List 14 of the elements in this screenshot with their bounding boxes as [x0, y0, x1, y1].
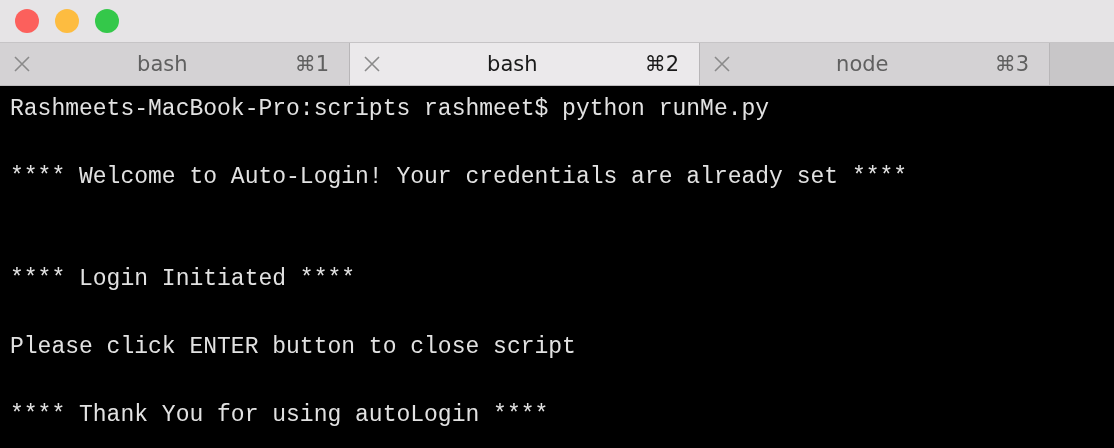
tab[interactable]: node ⌘3: [700, 43, 1050, 85]
close-icon[interactable]: [14, 56, 30, 72]
terminal-line: **** Thank You for using autoLogin ****: [10, 401, 549, 430]
tab[interactable]: bash ⌘2: [350, 43, 700, 85]
terminal-line: Please click ENTER button to close script: [10, 333, 576, 362]
close-icon[interactable]: [714, 56, 730, 72]
terminal-line: **** Welcome to Auto-Login! Your credentials are already set ****: [10, 163, 908, 192]
zoom-button[interactable]: [95, 9, 119, 33]
terminal-line: **** Login Initiated ****: [10, 265, 356, 294]
close-button[interactable]: [15, 9, 39, 33]
tab[interactable]: bash ⌘1: [0, 43, 350, 85]
close-icon[interactable]: [364, 56, 380, 72]
minimize-button[interactable]: [55, 9, 79, 33]
terminal-line: Rashmeets-MacBook-Pro:scripts rashmeet$ python runMe.py: [10, 95, 770, 124]
